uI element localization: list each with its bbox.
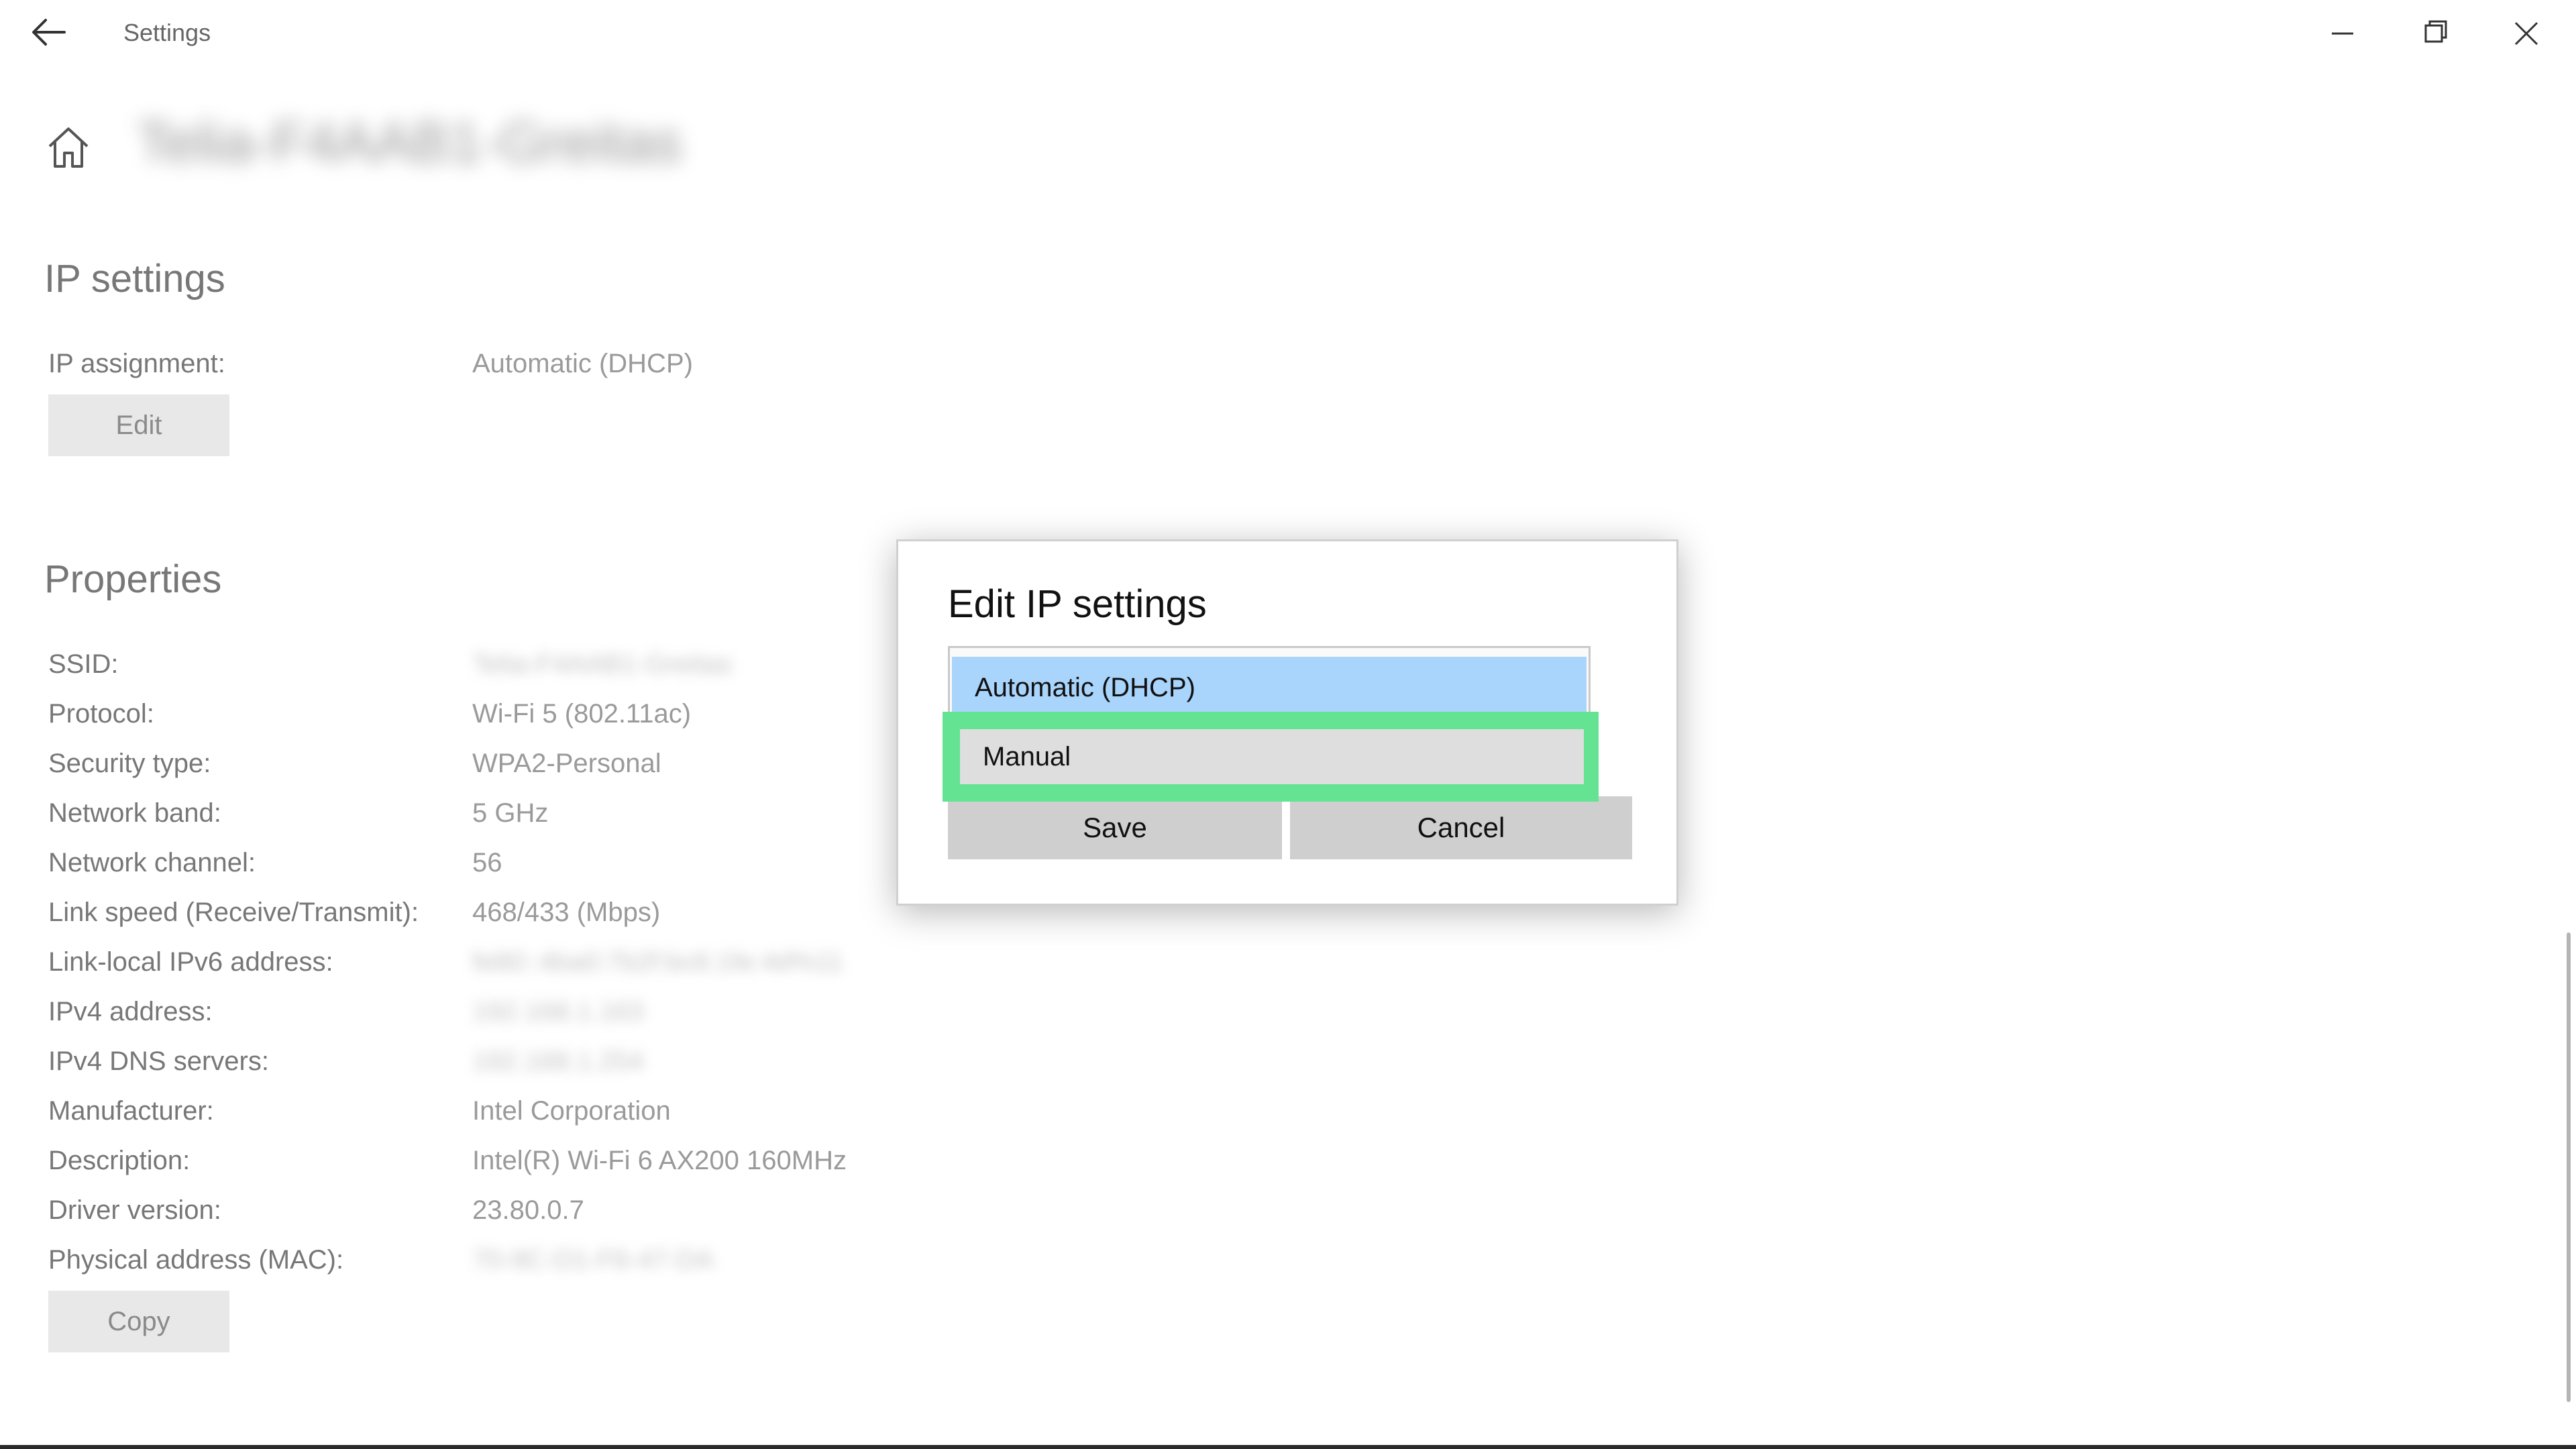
minimize-icon — [2332, 32, 2353, 35]
property-value: 468/433 (Mbps) — [472, 898, 661, 927]
property-value: 192.168.1.254 — [472, 1046, 644, 1076]
close-icon — [2514, 21, 2538, 46]
scrollbar[interactable] — [2567, 932, 2571, 1402]
home-button[interactable] — [44, 123, 93, 172]
property-label: Description: — [48, 1146, 191, 1175]
restore-icon — [2424, 20, 2447, 43]
home-icon — [48, 127, 89, 168]
property-label: Driver version: — [48, 1195, 221, 1225]
copy-button[interactable]: Copy — [48, 1291, 229, 1352]
property-label: Network channel: — [48, 848, 256, 877]
property-label: Network band: — [48, 798, 221, 828]
property-label: Link speed (Receive/Transmit): — [48, 898, 419, 927]
property-value: Intel(R) Wi-Fi 6 AX200 160MHz — [472, 1146, 847, 1175]
edit-button[interactable]: Edit — [48, 394, 229, 456]
property-label: Protocol: — [48, 699, 154, 729]
edit-ip-settings-dialog: Edit IP settings Automatic (DHCP) Save C… — [896, 539, 1678, 906]
property-value: Telia-F4AAB1-Greitas — [472, 649, 732, 679]
property-value: fe80::4ba0:7b2f:bc6:1fe:4d%11 — [472, 947, 844, 977]
ip-assignment-label: IP assignment: — [48, 349, 225, 378]
back-button[interactable] — [30, 16, 67, 48]
property-label: Manufacturer: — [48, 1096, 214, 1126]
property-value: WPA2-Personal — [472, 749, 661, 778]
network-name-title: Telia-F4AAB1-Greitas — [137, 111, 682, 174]
properties-heading: Properties — [44, 557, 222, 601]
save-button[interactable]: Save — [948, 796, 1282, 859]
property-value: Wi-Fi 5 (802.11ac) — [472, 699, 692, 729]
option-automatic-dhcp[interactable]: Automatic (DHCP) — [952, 657, 1587, 718]
property-value: 56 — [472, 848, 502, 877]
property-label: Link-local IPv6 address: — [48, 947, 333, 977]
ip-assignment-value: Automatic (DHCP) — [472, 349, 693, 378]
maximize-button[interactable] — [2395, 12, 2475, 55]
cancel-button[interactable]: Cancel — [1290, 796, 1632, 859]
property-label: Security type: — [48, 749, 211, 778]
property-value: Intel Corporation — [472, 1096, 671, 1126]
property-label: IPv4 DNS servers: — [48, 1046, 269, 1076]
property-value: 192.168.1.163 — [472, 997, 644, 1026]
property-label: Physical address (MAC): — [48, 1245, 344, 1275]
ip-settings-heading: IP settings — [44, 257, 225, 301]
close-button[interactable] — [2486, 12, 2567, 55]
taskbar-edge — [0, 1445, 2576, 1449]
property-value: 5 GHz — [472, 798, 549, 828]
option-manual[interactable]: Manual — [960, 729, 1584, 784]
window-title: Settings — [123, 19, 211, 46]
property-value: 23.80.0.7 — [472, 1195, 584, 1225]
dialog-title: Edit IP settings — [948, 582, 1207, 626]
property-label: SSID: — [48, 649, 119, 679]
arrow-left-icon — [32, 19, 66, 46]
property-value: 70-9C-D1-F6-47-DA — [472, 1245, 714, 1275]
minimize-button[interactable] — [2302, 12, 2383, 55]
property-label: IPv4 address: — [48, 997, 213, 1026]
